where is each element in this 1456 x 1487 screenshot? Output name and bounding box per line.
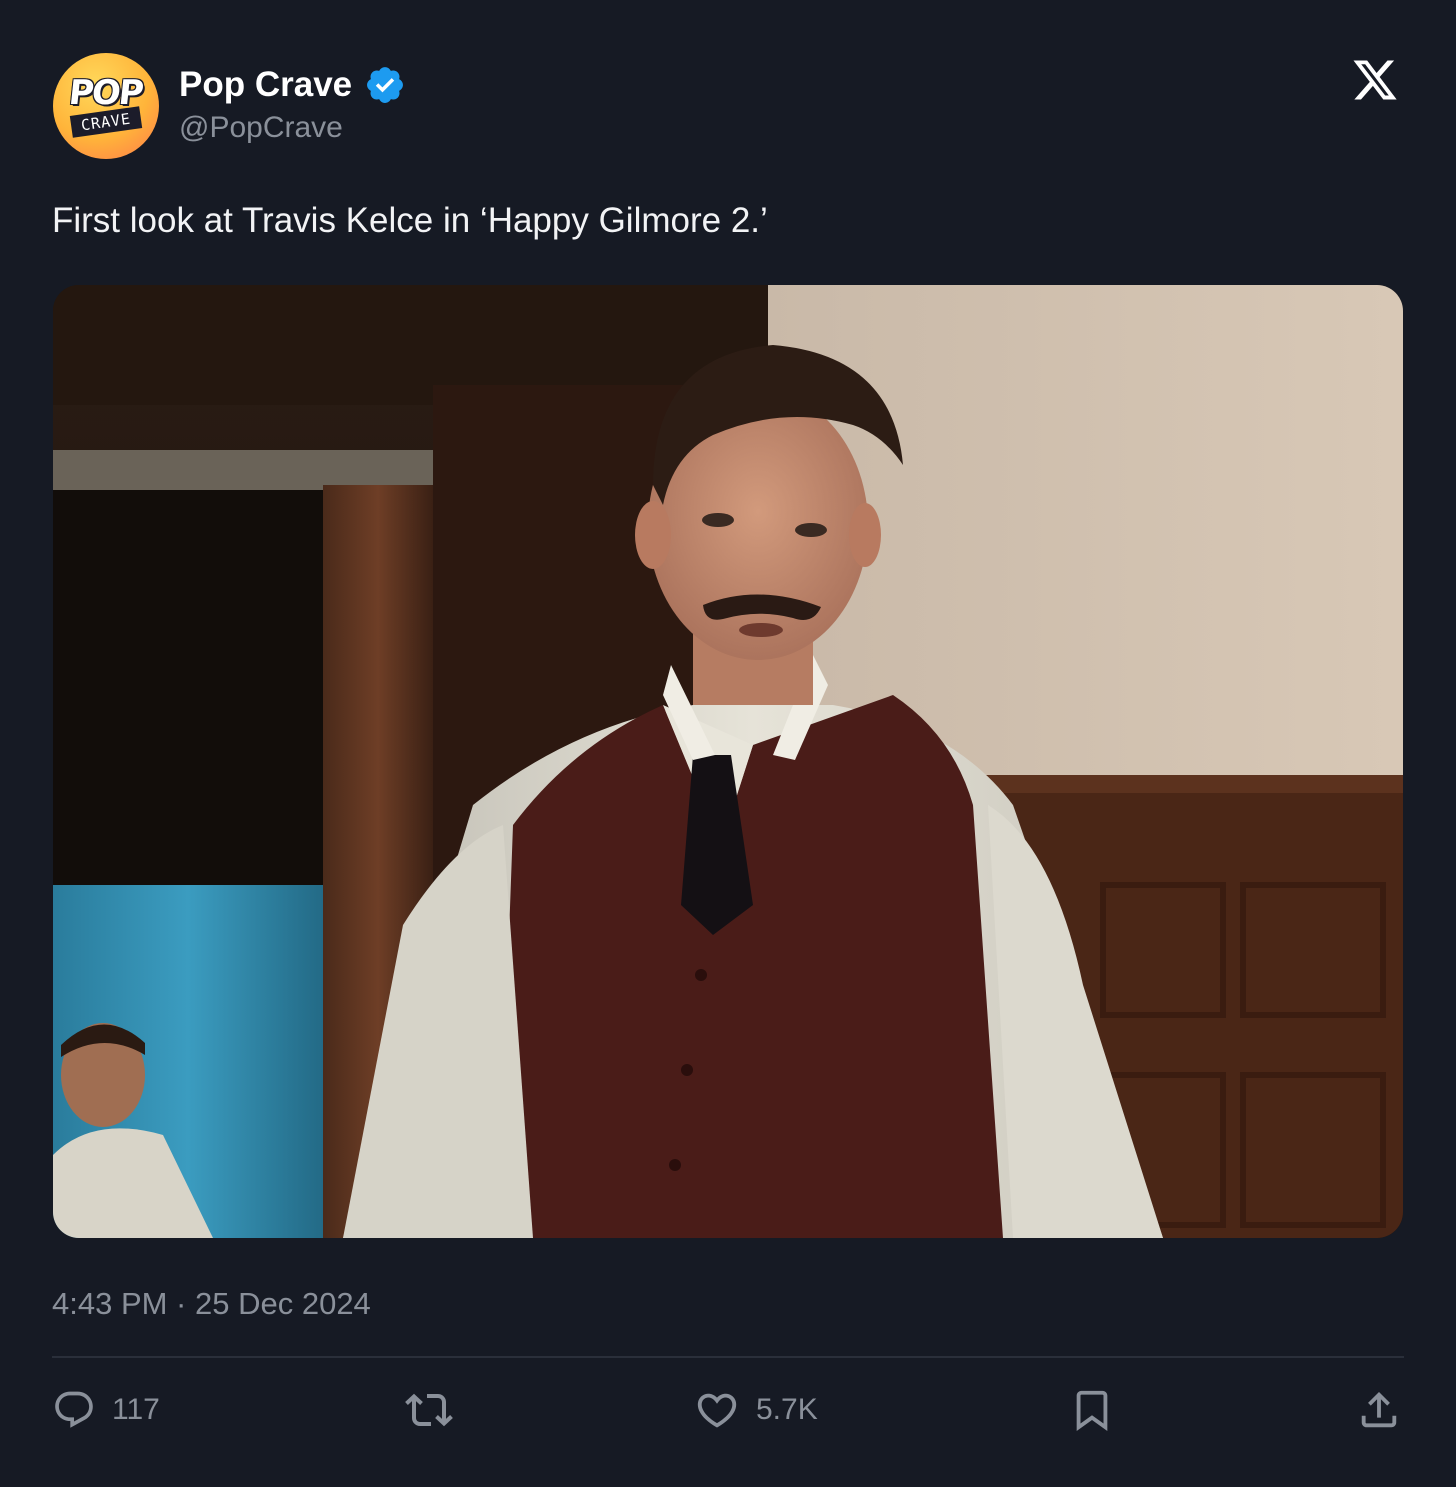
photo-scene [53, 285, 1403, 1238]
bookmark-button[interactable] [1069, 1385, 1115, 1435]
like-button[interactable]: 5.7K [694, 1385, 818, 1435]
post-photo[interactable] [53, 285, 1403, 1238]
tweet-card: POP CRAVE Pop Crave @PopCrave First look… [0, 0, 1456, 1487]
post-text: First look at Travis Kelce in ‘Happy Gil… [52, 201, 768, 240]
reply-count: 117 [112, 1393, 160, 1426]
reply-icon [55, 1391, 93, 1428]
bookmark-icon [1076, 1390, 1108, 1431]
author-display-name[interactable]: Pop Crave [179, 64, 352, 106]
reply-button[interactable]: 117 [52, 1385, 160, 1435]
heart-icon [697, 1393, 737, 1428]
avatar[interactable]: POP CRAVE [53, 53, 159, 159]
share-button[interactable] [1356, 1385, 1402, 1435]
like-count: 5.7K [756, 1393, 818, 1426]
share-icon [1361, 1391, 1397, 1428]
action-bar: 117 5.7K [0, 1385, 1456, 1435]
verified-badge-icon [367, 67, 404, 103]
x-logo-icon[interactable] [1350, 56, 1400, 104]
repost-icon [405, 1393, 453, 1427]
author-handle[interactable]: @PopCrave [179, 108, 343, 148]
post-timestamp[interactable]: 4:43 PM · 25 Dec 2024 [52, 1284, 371, 1324]
repost-button[interactable] [405, 1385, 453, 1435]
author-name-row: Pop Crave [179, 64, 406, 106]
action-bar-divider [52, 1356, 1404, 1358]
